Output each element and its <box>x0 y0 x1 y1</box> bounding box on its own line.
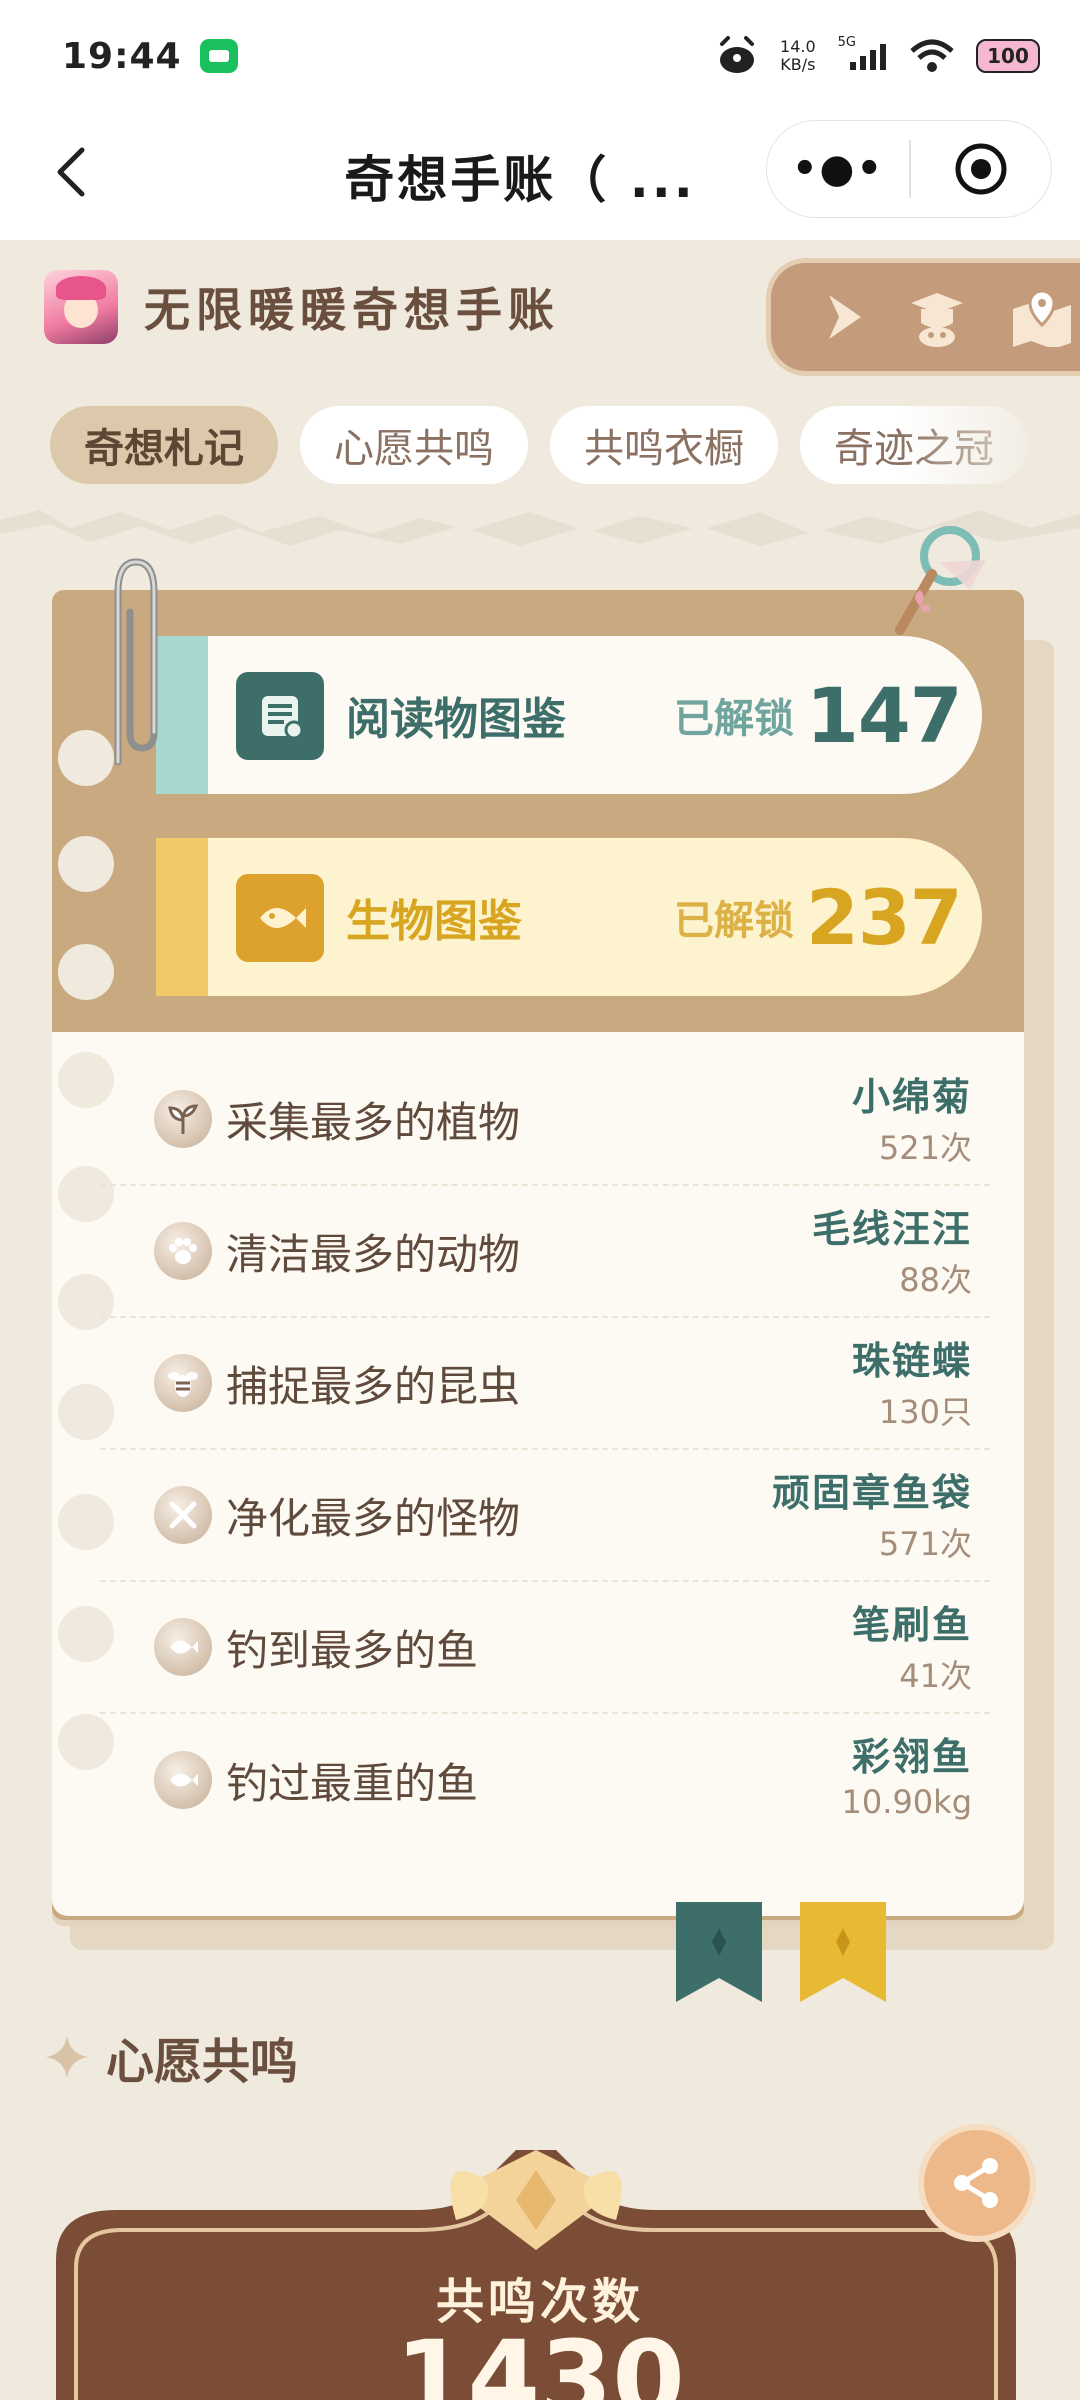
alarm-clock-icon <box>720 36 755 73</box>
stat-label: 钓到最多的鱼 <box>226 1625 479 1675</box>
journal-title: 无限暖暖奇想手账 <box>144 283 560 337</box>
stat-row-fish-count: 钓到最多的鱼 笔刷鱼 41次 <box>100 1582 990 1714</box>
status-time: 19:44 <box>62 35 182 77</box>
paperclip-icon <box>114 558 158 766</box>
stat-count: 130只 <box>878 1393 972 1431</box>
stat-count: 41次 <box>899 1657 972 1695</box>
stat-name: 小绵菊 <box>851 1075 972 1119</box>
wifi-icon <box>910 39 954 72</box>
stat-name: 彩翎鱼 <box>851 1735 972 1779</box>
quick-actions-panel <box>766 258 1080 376</box>
scroll-icon <box>236 672 324 760</box>
more-button[interactable]: •●• <box>767 121 909 217</box>
unlock-count: 147 <box>806 670 963 760</box>
card-stripe <box>156 838 208 996</box>
tab-resonance-wardrobe[interactable]: 共鸣衣橱 <box>550 406 778 484</box>
stat-name: 毛线汪汪 <box>811 1207 972 1251</box>
stat-count: 88次 <box>899 1261 972 1299</box>
section-title: 心愿共鸣 <box>106 2034 299 2090</box>
tab-fantasy-notes[interactable]: 奇想札记 <box>50 406 278 484</box>
unlock-label: 已解锁 <box>674 696 794 742</box>
network-speed: 14.0 KB/s <box>780 37 816 74</box>
stat-value: 彩翎鱼 10.90kg <box>842 1726 972 1821</box>
share-button[interactable] <box>918 2124 1036 2242</box>
chat-notification-icon <box>199 39 238 73</box>
miniprogram-capsule: •●• <box>766 120 1052 218</box>
stat-count: 571次 <box>878 1525 972 1563</box>
stat-row-insects: 捕捉最多的昆虫 珠链蝶 130只 <box>100 1318 990 1450</box>
bookmark-ribbon-gold <box>800 1902 886 2002</box>
stat-row-plants: 采集最多的植物 小绵菊 521次 <box>100 1054 990 1186</box>
stat-row-monsters: 净化最多的怪物 顽固章鱼袋 571次 <box>100 1450 990 1582</box>
stat-name: 顽固章鱼袋 <box>771 1471 972 1515</box>
stat-value: 笔刷鱼 41次 <box>852 1594 972 1697</box>
nav-bar: 奇想手账（ ... •●• <box>0 112 1080 240</box>
stat-value: 顽固章鱼袋 571次 <box>772 1462 972 1565</box>
tab-scroll-fade <box>900 400 1080 490</box>
close-miniprogram-button[interactable] <box>911 141 1052 197</box>
graduation-mascot-icon[interactable] <box>905 285 969 349</box>
battery-indicator: 100 <box>976 39 1040 73</box>
fish-icon <box>154 1618 212 1676</box>
crossed-swords-icon <box>154 1486 212 1544</box>
reading-catalog-card[interactable]: 阅读物图鉴 已解锁 147 <box>156 636 982 794</box>
play-icon[interactable] <box>821 291 865 343</box>
unlock-label: 已解锁 <box>674 898 794 944</box>
stat-label: 采集最多的植物 <box>226 1097 521 1147</box>
sparkle-icon <box>46 2036 88 2078</box>
tab-wish-resonance[interactable]: 心愿共鸣 <box>300 406 528 484</box>
stat-value: 毛线汪汪 88次 <box>812 1198 972 1301</box>
network-type-label: 5G <box>837 34 856 50</box>
stat-label: 钓过最重的鱼 <box>226 1758 479 1808</box>
sprout-icon <box>154 1090 212 1148</box>
bee-icon <box>154 1354 212 1412</box>
butterfly-net-icon <box>895 526 986 635</box>
resonance-count: 1430 <box>395 2318 685 2400</box>
stat-value: 珠链蝶 130只 <box>852 1330 972 1433</box>
bookmark-ribbon-teal <box>676 1902 762 2002</box>
stat-label: 净化最多的怪物 <box>226 1493 521 1543</box>
stat-count: 10.90kg <box>841 1783 972 1821</box>
share-icon <box>954 2158 998 2208</box>
fish-icon <box>154 1751 212 1809</box>
stat-row-fish-weight: 钓过最重的鱼 彩翎鱼 10.90kg <box>100 1714 990 1846</box>
stat-row-animals: 清洁最多的动物 毛线汪汪 88次 <box>100 1186 990 1318</box>
target-icon <box>955 143 1007 195</box>
stat-count: 521次 <box>878 1129 972 1167</box>
catalog-label: 阅读物图鉴 <box>346 694 566 745</box>
stat-value: 小绵菊 521次 <box>852 1066 972 1169</box>
catalog-label: 生物图鉴 <box>346 896 522 947</box>
wish-resonance-section-header: 心愿共鸣 <box>44 2022 298 2092</box>
stat-name: 珠链蝶 <box>851 1339 972 1383</box>
map-pin-icon[interactable] <box>1009 287 1075 347</box>
status-bar: 19:44 14.0 KB/s 5G 100 <box>0 0 1080 112</box>
fish-icon <box>236 874 324 962</box>
unlock-count: 237 <box>806 872 963 962</box>
binder-hole <box>58 836 114 892</box>
tab-bar: 奇想札记 心愿共鸣 共鸣衣橱 奇迹之冠 <box>50 406 1028 484</box>
journal-header: 无限暖暖奇想手账 <box>44 270 560 344</box>
stat-name: 笔刷鱼 <box>851 1603 972 1647</box>
creature-catalog-card[interactable]: 生物图鉴 已解锁 237 <box>156 838 982 996</box>
binder-hole <box>58 944 114 1000</box>
stat-label: 清洁最多的动物 <box>226 1229 521 1279</box>
paw-icon <box>154 1222 212 1280</box>
stat-label: 捕捉最多的昆虫 <box>226 1361 521 1411</box>
avatar <box>44 270 118 344</box>
